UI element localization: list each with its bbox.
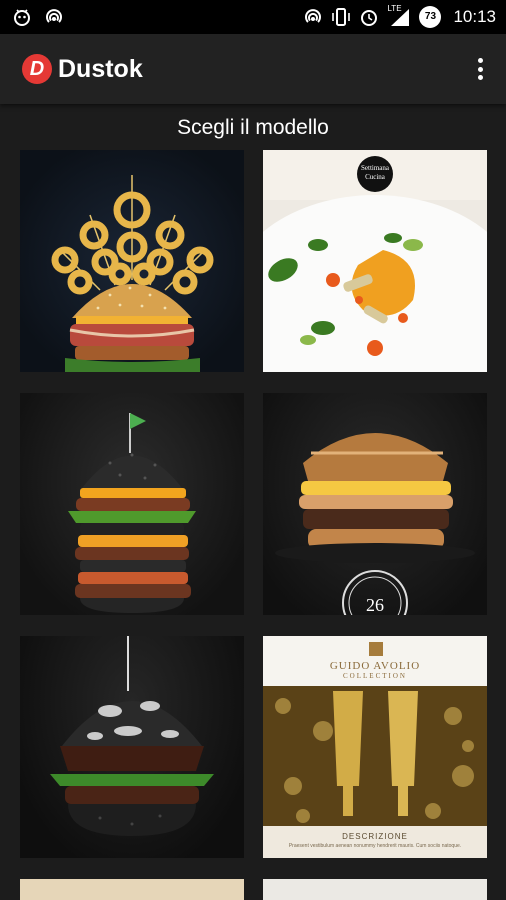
template-caption: GUIDO AVOLIO xyxy=(329,660,421,672)
template-burger-onion-rings[interactable] xyxy=(20,150,244,372)
template-chocolate-burger[interactable] xyxy=(20,636,244,858)
vibrate-icon xyxy=(332,8,351,26)
status-bar: LTE 73 10:13 xyxy=(0,0,506,34)
alarm-icon xyxy=(361,10,378,26)
plated-dish-image xyxy=(263,156,487,372)
status-time: 10:13 xyxy=(453,7,496,26)
wifi-hotspot-icon xyxy=(46,9,62,23)
template-footer-text: Praesent vestibulum aenean nonummy hendr… xyxy=(288,843,462,849)
black-tower-burger-image xyxy=(68,413,196,613)
battery-level: 73 xyxy=(424,11,437,22)
template-subcaption: COLLECTION xyxy=(343,672,407,680)
hotspot-icon xyxy=(305,9,322,23)
template-champagne[interactable]: GUIDO AVOLIO COLLECTION DESCRIZIONE Prae… xyxy=(263,636,487,858)
template-partial-left[interactable] xyxy=(20,879,244,900)
page-heading: Scegli il modello xyxy=(177,116,329,139)
classic-burger-image xyxy=(275,433,475,615)
template-caption: 26 xyxy=(366,595,384,615)
template-black-tower-burger[interactable] xyxy=(20,393,244,615)
template-plated-dish[interactable]: Settimana Cucina xyxy=(263,150,487,372)
template-caption: Settimana Cucina xyxy=(361,164,389,181)
app-title: Dustok xyxy=(58,55,143,83)
signal-icon: LTE xyxy=(387,4,411,27)
network-label: LTE xyxy=(387,4,402,13)
battery-icon: 73 xyxy=(419,6,442,28)
burger-onion-rings-image xyxy=(51,175,214,372)
template-classic-burger[interactable]: 26 xyxy=(263,393,487,615)
app-logo: D xyxy=(22,54,52,84)
more-vert-icon[interactable] xyxy=(472,56,488,82)
template-footer-title: DESCRIZIONE xyxy=(342,832,408,841)
android-debug-icon xyxy=(14,9,30,26)
template-partial-right[interactable] xyxy=(263,879,487,900)
app-bar: D Dustok xyxy=(0,34,506,104)
chocolate-burger-image xyxy=(50,636,214,836)
